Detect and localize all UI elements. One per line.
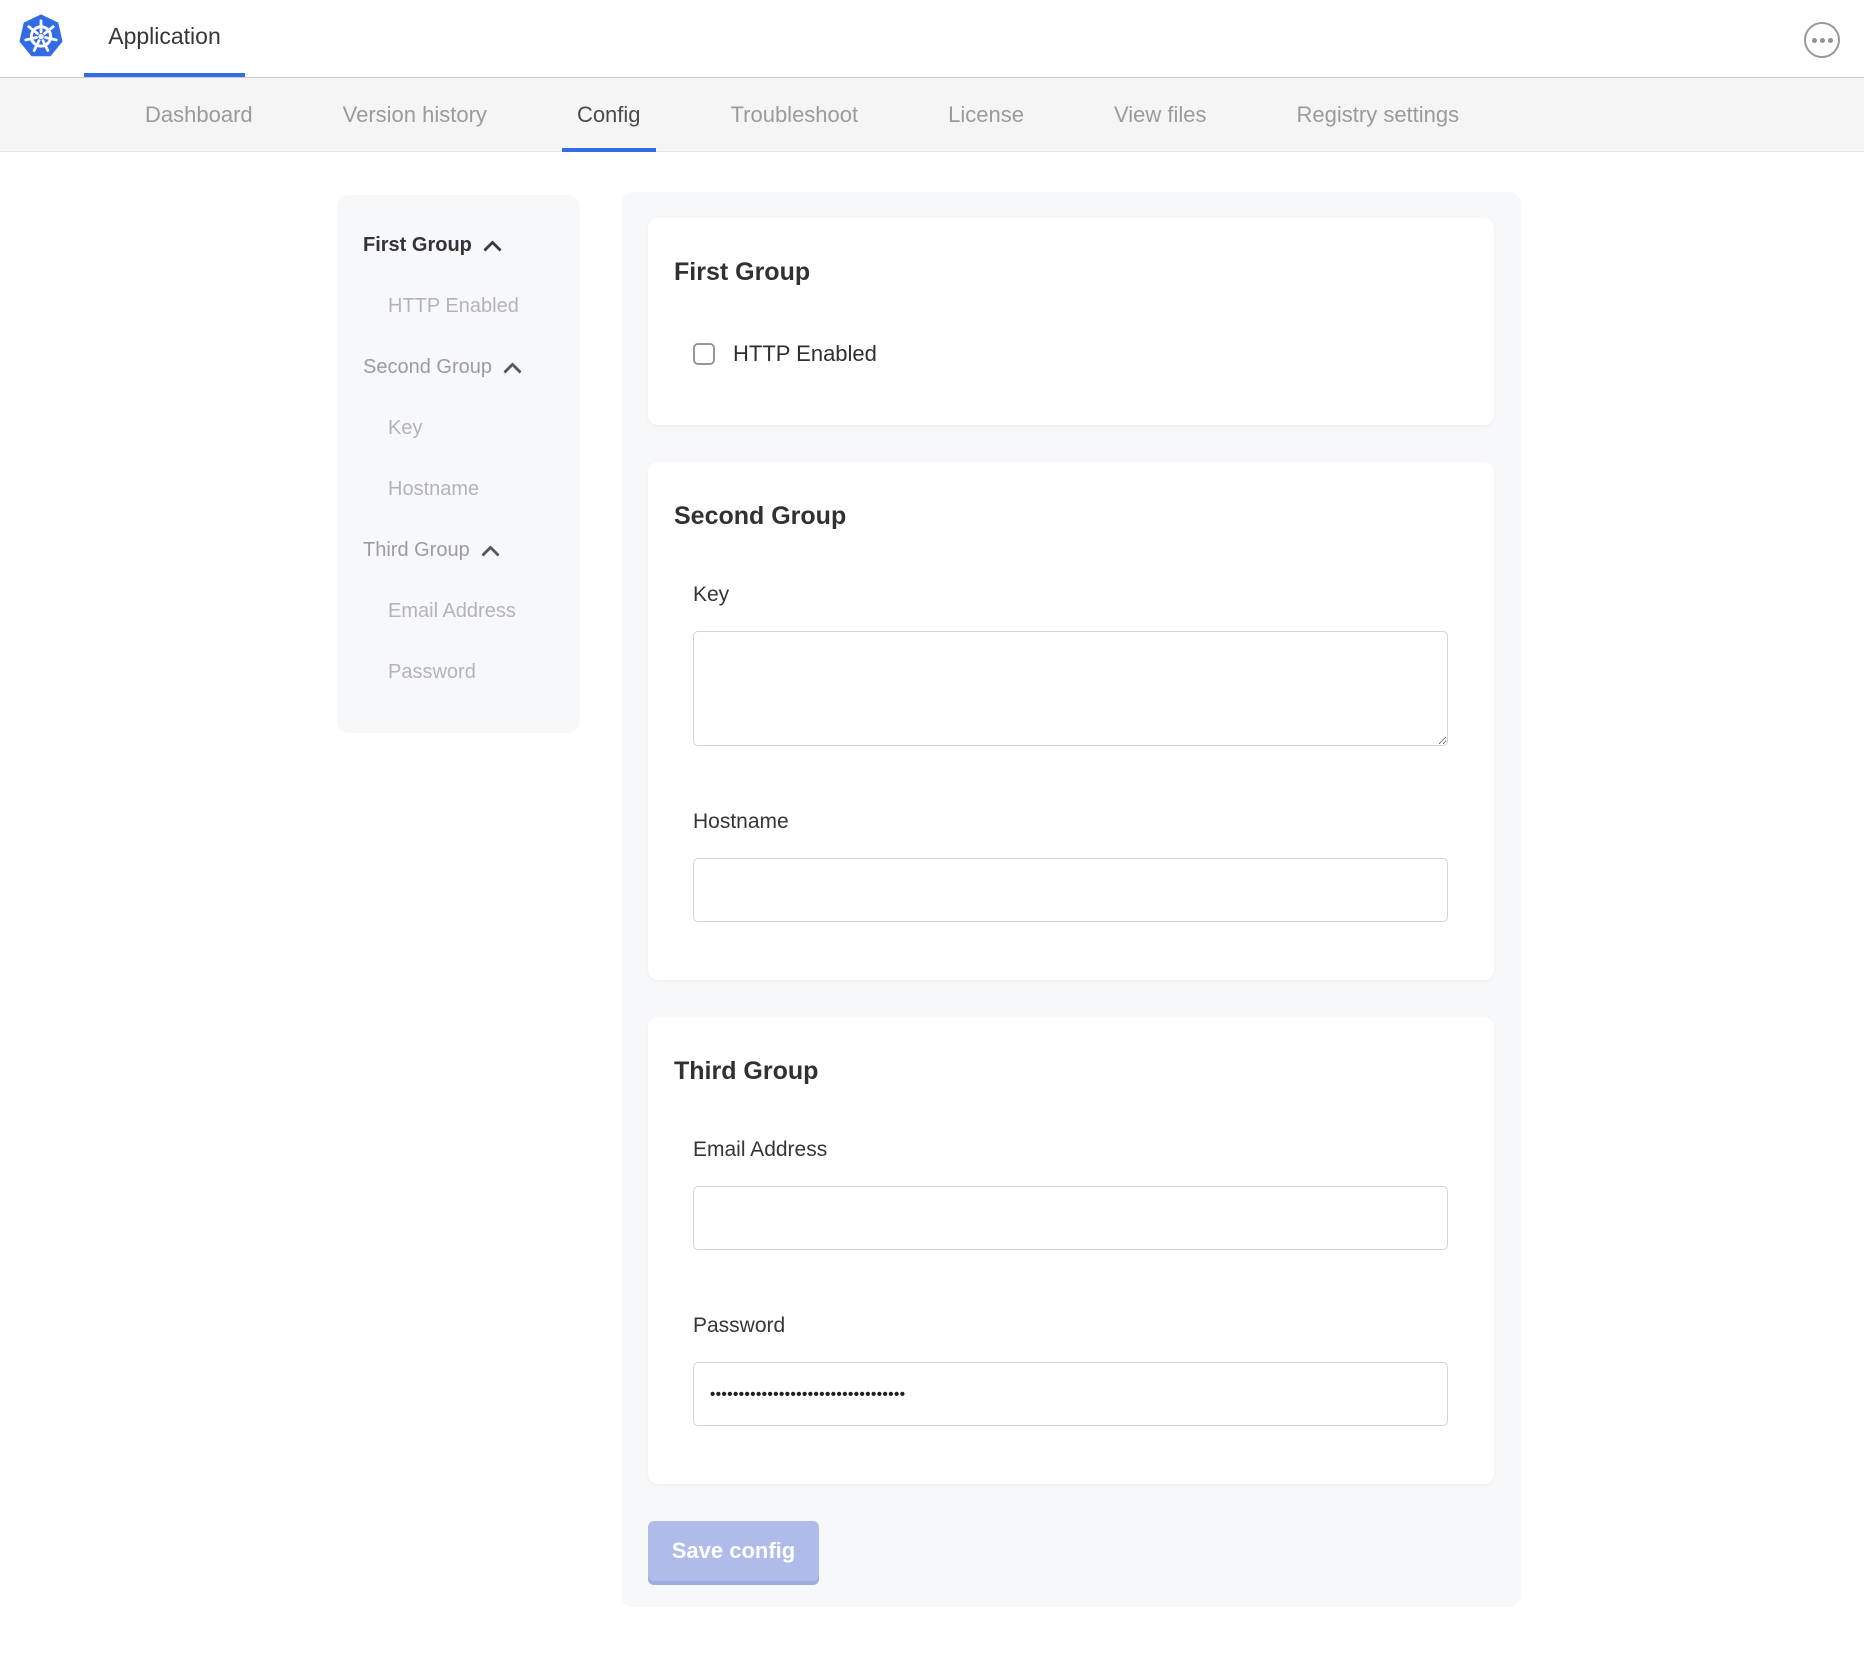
field-label: Key [693, 583, 1449, 607]
chevron-up-icon [481, 545, 499, 563]
tab-view-files[interactable]: View files [1069, 78, 1252, 151]
group-title: First Group [674, 258, 1449, 287]
field-key: Key [693, 583, 1449, 746]
sidebar-label: First Group [363, 234, 472, 257]
config-card-third-group: Third Group Email Address Password [648, 1017, 1494, 1484]
kubernetes-logo [18, 12, 64, 60]
sidebar-label: Password [388, 661, 476, 684]
config-sidebar: First Group HTTP Enabled Second Group Key Ho… [337, 195, 580, 733]
key-textarea[interactable] [693, 631, 1448, 746]
sidebar-item-key[interactable]: Key [363, 398, 580, 459]
group-title: Second Group [674, 502, 1449, 531]
checkbox-label: HTTP Enabled [733, 341, 877, 367]
tab-config[interactable]: Config [532, 78, 686, 151]
http-enabled-checkbox[interactable] [693, 343, 715, 365]
sidebar-item-hostname[interactable]: Hostname [363, 459, 580, 520]
sidebar-label: HTTP Enabled [388, 295, 519, 318]
sidebar-group-second-group[interactable]: Second Group [363, 337, 580, 398]
field-label: Password [693, 1314, 1449, 1338]
app-header: Application [0, 0, 1864, 77]
save-config-button[interactable]: Save config [648, 1521, 819, 1581]
field-email-address: Email Address [693, 1138, 1449, 1250]
config-panel: First Group HTTP Enabled Second Group Key Ho… [621, 192, 1521, 1607]
tab-registry-settings[interactable]: Registry settings [1252, 78, 1505, 151]
hostname-input[interactable] [693, 858, 1448, 922]
tab-version-history[interactable]: Version history [298, 78, 532, 151]
sidebar-label: Second Group [363, 356, 492, 379]
application-tab[interactable]: Application [84, 0, 245, 77]
sidebar-item-http-enabled[interactable]: HTTP Enabled [363, 276, 580, 337]
tab-bar: DashboardVersion historyConfigTroublesho… [0, 77, 1864, 152]
ellipsis-menu-icon[interactable] [1804, 22, 1840, 58]
sidebar-item-email-address[interactable]: Email Address [363, 581, 580, 642]
sidebar-item-password[interactable]: Password [363, 642, 580, 703]
sidebar-group-third-group[interactable]: Third Group [363, 520, 580, 581]
chevron-up-icon [503, 362, 521, 380]
sidebar-group-first-group[interactable]: First Group [363, 215, 580, 276]
field-http-enabled: HTTP Enabled [693, 341, 1449, 367]
config-card-first-group: First Group HTTP Enabled [648, 218, 1494, 425]
chevron-up-icon [483, 240, 501, 258]
password-input[interactable] [693, 1362, 1448, 1426]
config-card-second-group: Second Group Key Hostname [648, 462, 1494, 980]
sidebar-label: Hostname [388, 478, 479, 501]
group-title: Third Group [674, 1057, 1449, 1086]
tab-license[interactable]: License [903, 78, 1069, 151]
sidebar-label: Email Address [388, 600, 516, 623]
sidebar-label: Third Group [363, 539, 470, 562]
tab-dashboard[interactable]: Dashboard [100, 78, 298, 151]
sidebar-label: Key [388, 417, 422, 440]
field-password: Password [693, 1314, 1449, 1426]
field-label: Email Address [693, 1138, 1449, 1162]
tab-troubleshoot[interactable]: Troubleshoot [686, 78, 904, 151]
email-address-input[interactable] [693, 1186, 1448, 1250]
config-groups: First Group HTTP Enabled Second Group Key Ho… [648, 218, 1494, 1484]
field-hostname: Hostname [693, 810, 1449, 922]
field-label: Hostname [693, 810, 1449, 834]
